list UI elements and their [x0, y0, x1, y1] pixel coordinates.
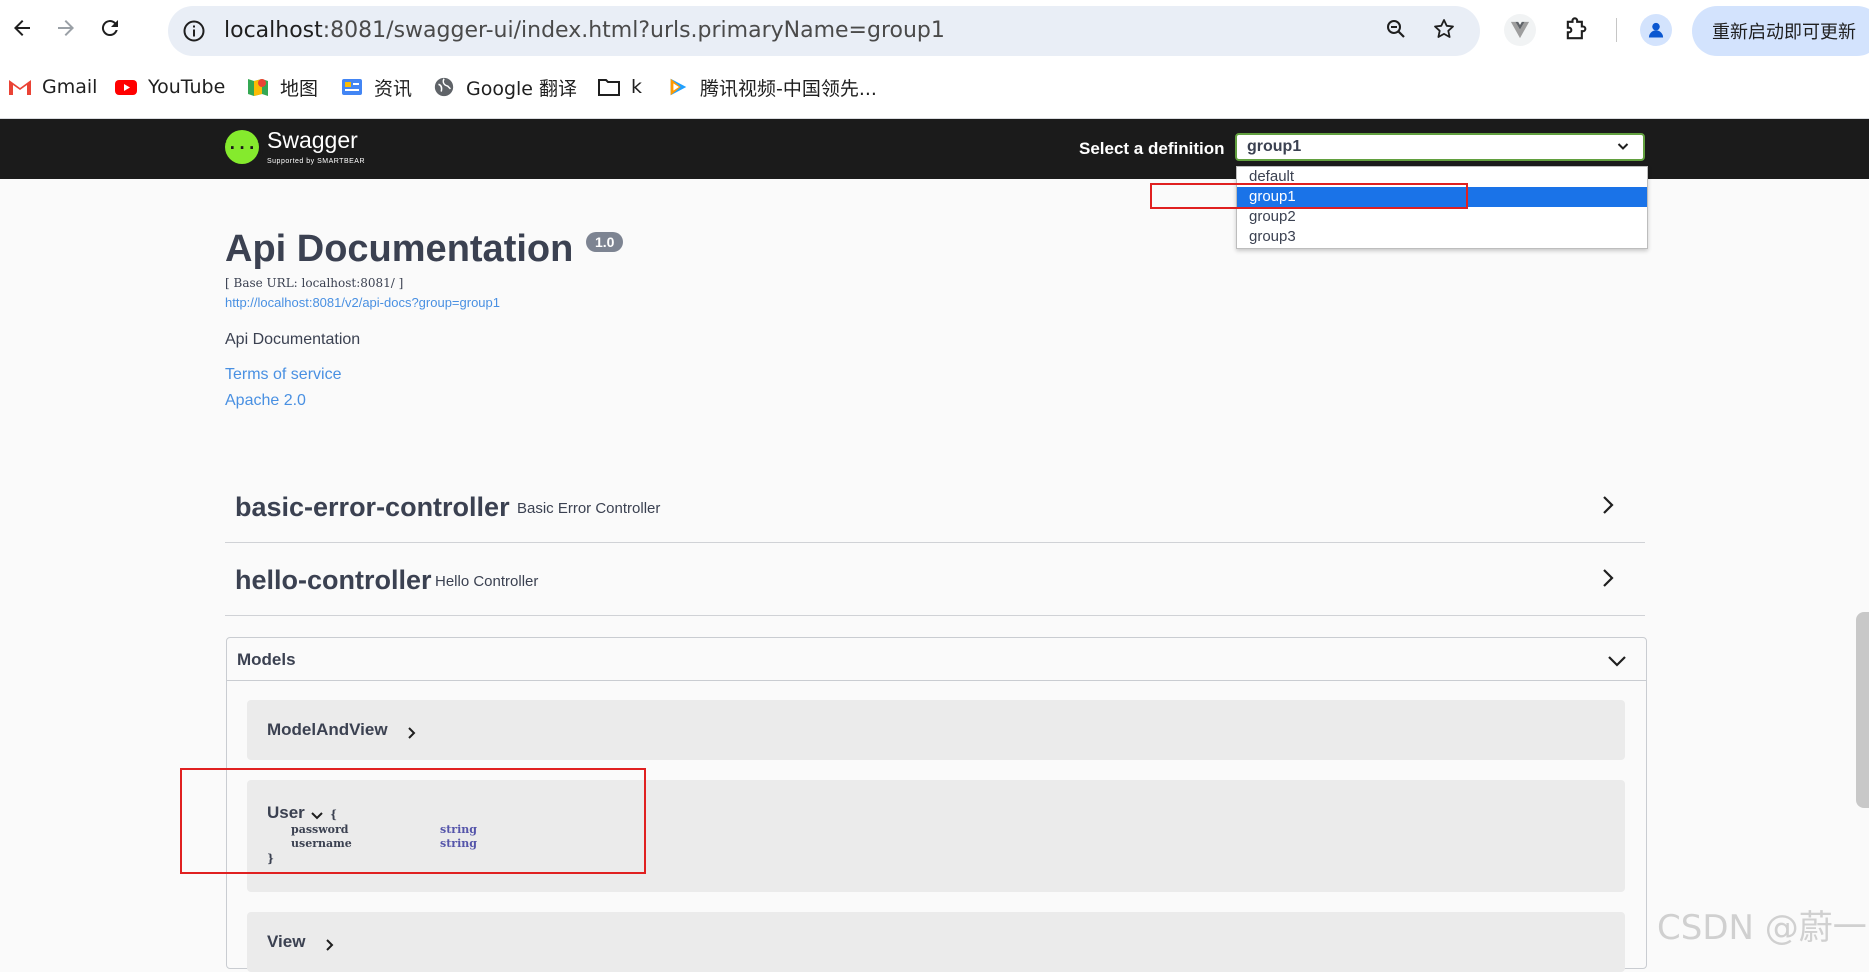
relaunch-to-update-button[interactable]: 重新启动即可更新: [1692, 6, 1869, 56]
bookmark-label: Google 翻译: [466, 77, 578, 100]
profile-avatar[interactable]: [1640, 14, 1672, 46]
reload-icon: [101, 20, 118, 37]
bookmark-label: 腾讯视频-中国领先...: [700, 77, 877, 100]
annotation-highlight-group1: [1150, 183, 1468, 209]
gmail-icon: [9, 80, 31, 95]
news-icon: [342, 79, 362, 95]
tag-description: Basic Error Controller: [517, 500, 661, 517]
swagger-logo-icon: {···}: [218, 130, 266, 164]
model-view[interactable]: View: [247, 912, 1625, 972]
base-url: [ Base URL: localhost:8081/ ]: [225, 276, 404, 290]
chevron-right-icon: [1603, 496, 1614, 514]
definition-option-group3[interactable]: group3: [1237, 227, 1647, 247]
bookmark-youtube[interactable]: YouTube: [114, 74, 225, 100]
model-name: ModelAndView: [267, 720, 388, 739]
bookmark-news[interactable]: 资讯: [340, 74, 412, 100]
api-docs-link[interactable]: http://localhost:8081/v2/api-docs?group=…: [225, 295, 500, 310]
watermark: CSDN @蔚一: [1657, 908, 1867, 948]
model-name: View: [267, 932, 306, 951]
bookmarks-bar: Gmail YouTube 地图 资讯 Google 翻译 k 腾讯视频-中国领…: [0, 56, 1869, 119]
chevron-right-icon: [1603, 569, 1614, 587]
person-icon: [1648, 22, 1664, 38]
back-arrow-icon: [14, 20, 30, 36]
vue-devtools-extension[interactable]: [1504, 14, 1536, 46]
toolbar-divider: [1616, 18, 1617, 42]
model-modelandview[interactable]: ModelAndView: [247, 700, 1625, 760]
bookmark-gmail[interactable]: Gmail: [8, 74, 97, 100]
back-button[interactable]: [8, 14, 36, 42]
models-title: Models: [237, 650, 296, 669]
definition-option-group2[interactable]: group2: [1237, 207, 1647, 227]
chevron-down-icon: [1608, 656, 1626, 667]
bookmark-label: 资讯: [374, 77, 413, 100]
address-bar[interactable]: localhost:8081/swagger-ui/index.html?url…: [168, 6, 1480, 56]
vue-icon: [1510, 21, 1530, 39]
browser-toolbar: localhost:8081/swagger-ui/index.html?url…: [0, 0, 1869, 56]
version-badge: 1.0: [586, 232, 624, 252]
bookmark-star-icon[interactable]: [1432, 17, 1456, 41]
site-info-icon[interactable]: [182, 19, 206, 43]
tencent-video-icon: [670, 78, 687, 96]
folder-icon: [598, 79, 620, 96]
tag-basic-error-controller[interactable]: basic-error-controller Basic Error Contr…: [225, 470, 1645, 543]
bookmark-label: k: [631, 76, 643, 98]
bookmark-maps[interactable]: 地图: [246, 74, 318, 100]
api-description: Api Documentation: [225, 331, 361, 348]
swagger-logo[interactable]: {···} Swagger Supported by SMARTBEAR: [218, 127, 365, 165]
translate-icon: [434, 77, 454, 97]
forward-button[interactable]: [52, 14, 80, 42]
tag-name: hello-controller: [235, 565, 432, 595]
side-panel-tab[interactable]: [1856, 612, 1869, 808]
bookmark-tencent-video[interactable]: 腾讯视频-中国领先...: [666, 74, 877, 100]
bookmark-label: YouTube: [148, 76, 226, 98]
swagger-logo-text: Swagger: [267, 127, 358, 153]
definition-select-value: group1: [1247, 138, 1302, 155]
terms-of-service-link[interactable]: Terms of service: [225, 366, 341, 384]
bookmark-google-translate[interactable]: Google 翻译: [432, 74, 577, 100]
tag-name: basic-error-controller: [235, 492, 510, 522]
chevron-down-icon: [1617, 143, 1629, 150]
bookmark-folder-k[interactable]: k: [597, 74, 642, 100]
annotation-highlight-user-model: [180, 768, 646, 874]
extensions-puzzle-icon[interactable]: [1562, 16, 1590, 44]
tag-description: Hello Controller: [435, 573, 539, 590]
zoom-icon[interactable]: [1384, 17, 1408, 41]
definition-select[interactable]: group1: [1235, 133, 1645, 161]
reload-button[interactable]: [96, 14, 124, 42]
url-host: localhost: [224, 18, 323, 43]
forward-arrow-icon: [58, 20, 74, 36]
chevron-right-icon: [408, 727, 416, 739]
youtube-icon: [115, 80, 137, 95]
maps-icon: [248, 79, 268, 96]
bookmark-label: Gmail: [42, 76, 98, 98]
select-definition-label: Select a definition: [1079, 139, 1225, 158]
bookmark-label: 地图: [280, 77, 319, 100]
url-text: localhost:8081/swagger-ui/index.html?url…: [224, 18, 945, 43]
swagger-logo-subtitle: Supported by SMARTBEAR: [267, 158, 366, 165]
url-path: :8081/swagger-ui/index.html?urls.primary…: [322, 18, 945, 43]
models-header[interactable]: Models: [227, 638, 1646, 681]
api-title: Api Documentation: [225, 228, 574, 270]
license-link[interactable]: Apache 2.0: [225, 392, 306, 410]
tag-hello-controller[interactable]: hello-controller Hello Controller: [225, 543, 1645, 616]
chevron-right-icon: [326, 939, 334, 951]
